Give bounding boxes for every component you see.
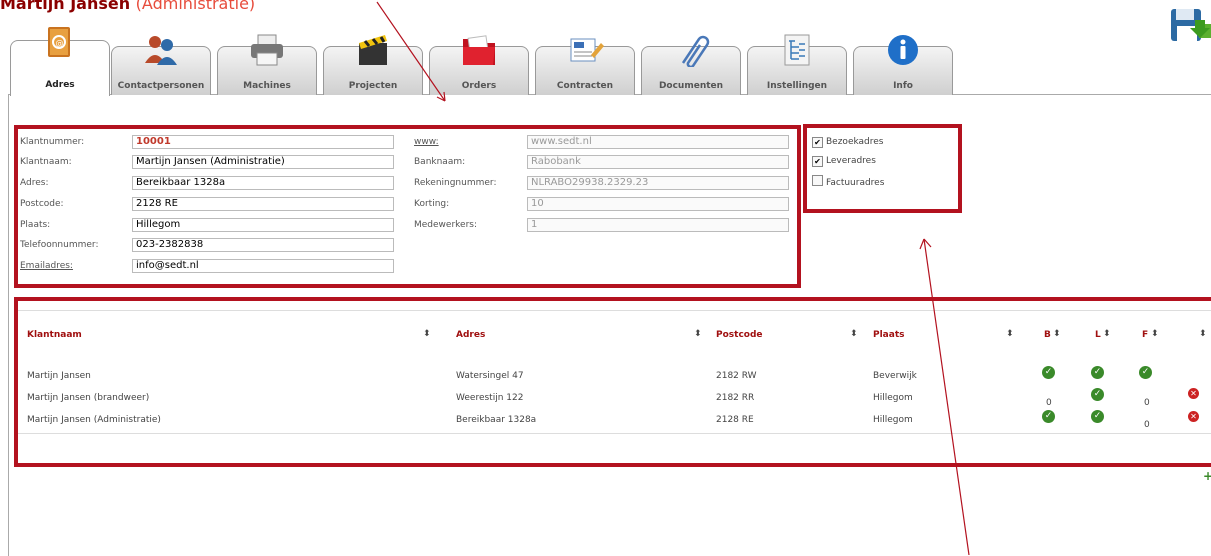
tab-adres[interactable]: @ Adres — [10, 27, 110, 96]
annotation-arrow-bottom — [923, 238, 970, 555]
svg-text:@: @ — [56, 39, 64, 48]
annotation-arrow-top — [376, 1, 446, 102]
address-book-icon: @ — [48, 27, 70, 57]
annotation-arrows — [376, 1, 970, 555]
tab-label: Adres — [45, 80, 75, 90]
